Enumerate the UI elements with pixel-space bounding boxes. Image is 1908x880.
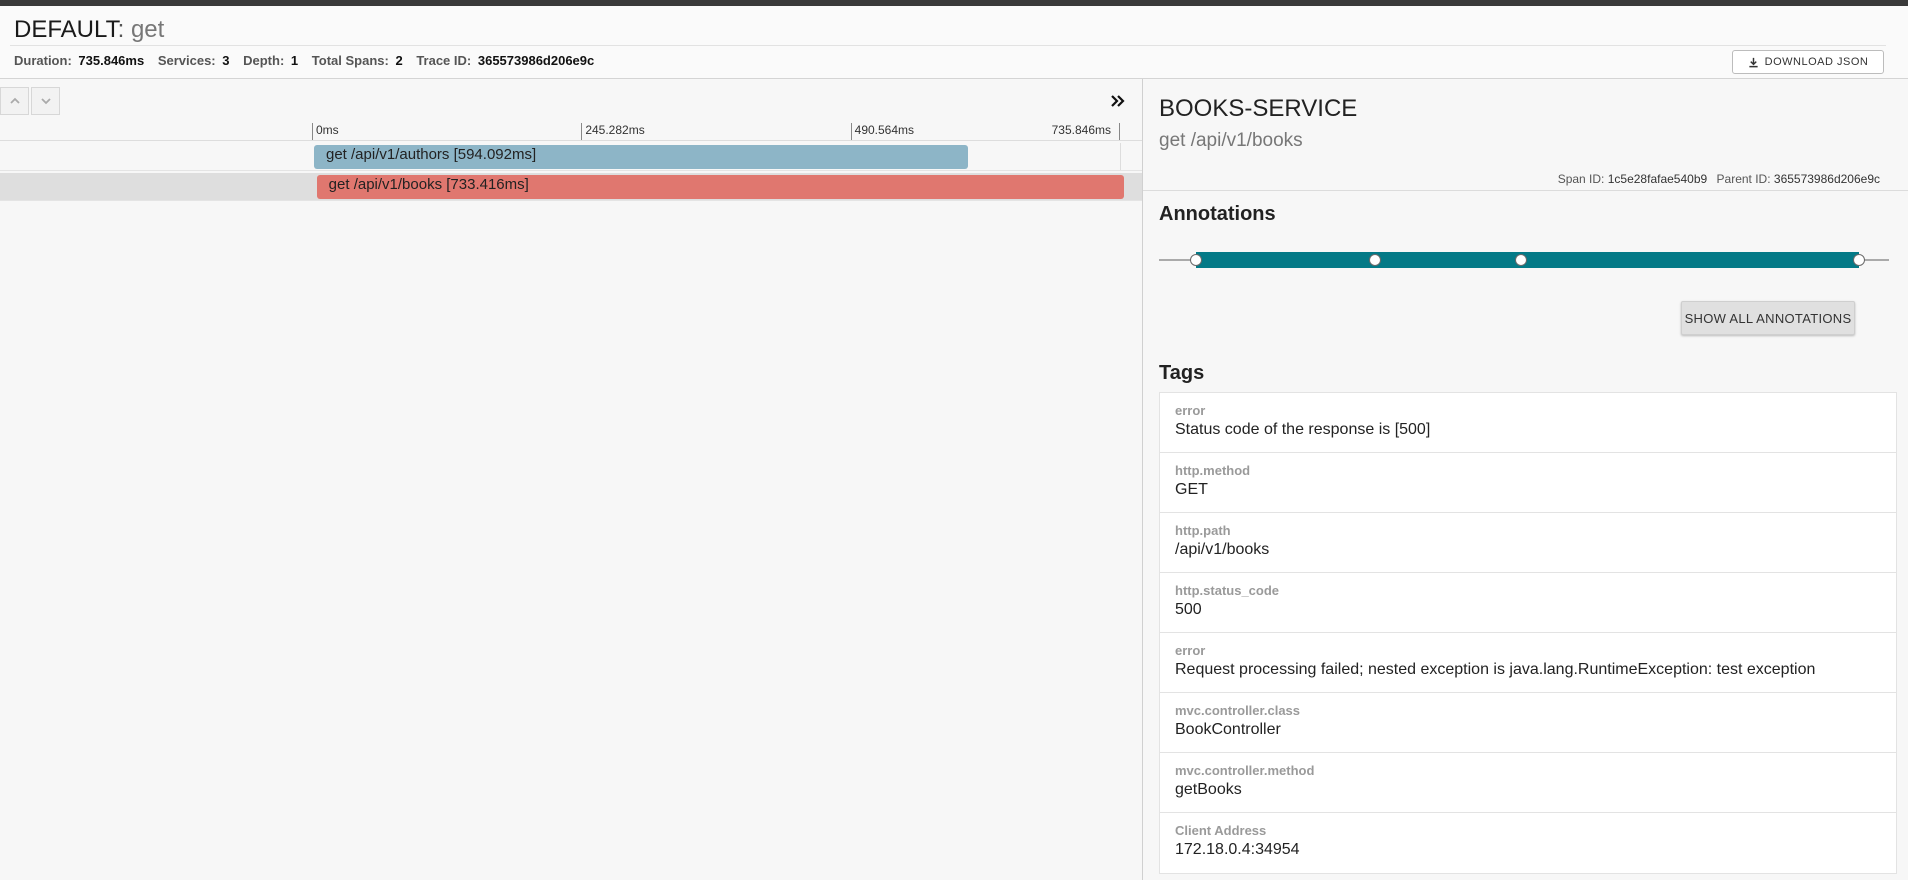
span-detail-pane: BOOKS-SERVICE get /api/v1/books Span ID:… <box>1143 79 1908 880</box>
tag-key: http.path <box>1175 523 1231 538</box>
span-bar[interactable]: get /api/v1/books [733.416ms] <box>316 175 1124 199</box>
trace-id-value: 365573986d206e9c <box>477 53 595 68</box>
span-row[interactable]: get /api/v1/authors [594.092ms] <box>0 143 1142 171</box>
trace-service-name: DEFAULT <box>14 16 118 43</box>
span-id-value: 1c5e28fafae540b9 <box>1607 172 1708 186</box>
detail-service-name: BOOKS-SERVICE <box>1159 95 1358 122</box>
trace-summary: Duration: 735.846ms Services: 3 Depth: 1… <box>14 53 604 68</box>
tag-row: error Status code of the response is [500… <box>1160 393 1896 453</box>
depth-value: 1 <box>290 53 299 68</box>
tag-key: mvc.controller.method <box>1175 763 1315 778</box>
tag-value: /api/v1/books <box>1175 541 1270 558</box>
tag-row: Client Address 172.18.0.4:34954 <box>1160 813 1896 873</box>
tags-heading: Tags <box>1159 362 1205 384</box>
tag-value: GET <box>1175 481 1208 498</box>
annotation-marker[interactable] <box>1514 254 1527 266</box>
tag-key: http.status_code <box>1175 583 1280 598</box>
tag-row: mvc.controller.class BookController <box>1160 693 1896 753</box>
detail-span-name: get /api/v1/books <box>1159 130 1303 151</box>
trace-id-label: Trace ID: <box>416 53 472 68</box>
tag-key: Client Address <box>1175 823 1267 838</box>
tag-key: error <box>1175 403 1206 418</box>
services-value: 3 <box>222 53 230 68</box>
title-separator: : <box>117 16 131 43</box>
download-json-label: DOWNLOAD JSON <box>1764 56 1869 68</box>
show-all-annotations-button[interactable]: SHOW ALL ANNOTATIONS <box>1681 301 1855 335</box>
depth-label: Depth: <box>243 53 285 68</box>
annotation-marker[interactable] <box>1190 254 1202 266</box>
annotations-heading: Annotations <box>1159 203 1276 225</box>
span-row[interactable]: get /api/v1/books [733.416ms] <box>0 173 1142 201</box>
timeline-pane: 0ms 245.282ms 490.564ms 735.846ms get /api/… <box>0 79 1142 880</box>
tag-row: error Request processing failed; nested e… <box>1160 633 1896 693</box>
tag-value: getBooks <box>1175 781 1242 798</box>
row-divider <box>0 200 1142 201</box>
trace-operation-name: get <box>130 16 165 43</box>
span-nav <box>0 87 62 117</box>
tag-value: Status code of the response is [500] <box>1175 421 1431 438</box>
span-ids: Span ID: 1c5e28fafae540b9 Parent ID: 365… <box>1558 172 1886 186</box>
parent-id-value: 365573986d206e9c <box>1773 172 1880 186</box>
tag-key: http.method <box>1175 463 1251 478</box>
span-bar[interactable]: get /api/v1/authors [594.092ms] <box>314 145 968 169</box>
tag-key: mvc.controller.class <box>1175 703 1301 718</box>
total-spans-label: Total Spans: <box>311 53 389 68</box>
tag-value: 500 <box>1175 601 1202 618</box>
tag-row: http.path/api/v1/books <box>1160 513 1896 573</box>
double-chevron-right-icon <box>1111 95 1125 107</box>
tag-row: http.method GET <box>1160 453 1896 513</box>
tag-value: Request processing failed; nested except… <box>1175 661 1816 678</box>
download-json-button[interactable]: DOWNLOAD JSON <box>1732 50 1884 74</box>
trace-header: DEFAULT: get Duration: 735.846ms Service… <box>0 6 1908 79</box>
tag-value: BookController <box>1175 721 1281 738</box>
chevron-down-icon <box>40 98 51 105</box>
timeline-ruler: 0ms 245.282ms 490.564ms 735.846ms <box>312 123 1120 141</box>
header-divider <box>10 45 1886 46</box>
timeline-tick: 735.846ms <box>851 123 1120 141</box>
annotation-marker[interactable] <box>1369 254 1381 266</box>
download-icon <box>1749 57 1758 67</box>
duration-value: 735.846ms <box>78 53 145 68</box>
span-id-label: Span ID: <box>1557 172 1605 186</box>
chevron-up-icon <box>9 97 20 104</box>
timeline-tick: 0ms <box>312 123 581 141</box>
duration-label: Duration: <box>14 53 72 68</box>
tags-list: error Status code of the response is [500… <box>1159 392 1897 874</box>
trace-title: DEFAULT: get <box>14 16 164 44</box>
detail-divider <box>1143 190 1908 191</box>
timeline-tick: 245.282ms <box>581 123 850 141</box>
row-divider <box>0 170 1142 171</box>
tag-key: error <box>1175 643 1206 658</box>
previous-span-button[interactable] <box>0 87 29 115</box>
annotation-bar <box>1196 252 1859 268</box>
parent-id-label: Parent ID: <box>1716 172 1771 186</box>
services-label: Services: <box>157 53 216 68</box>
tag-value: 172.18.0.4:34954 <box>1175 841 1300 858</box>
expand-timeline-button[interactable] <box>1108 91 1128 111</box>
next-span-button[interactable] <box>31 87 60 115</box>
tag-row: mvc.controller.method getBooks <box>1160 753 1896 813</box>
row-end-line <box>1120 143 1121 171</box>
ruler-baseline <box>0 140 1142 141</box>
annotation-marker[interactable] <box>1853 254 1865 266</box>
tag-row: http.status_code 500 <box>1160 573 1896 633</box>
total-spans-value: 2 <box>395 53 403 68</box>
